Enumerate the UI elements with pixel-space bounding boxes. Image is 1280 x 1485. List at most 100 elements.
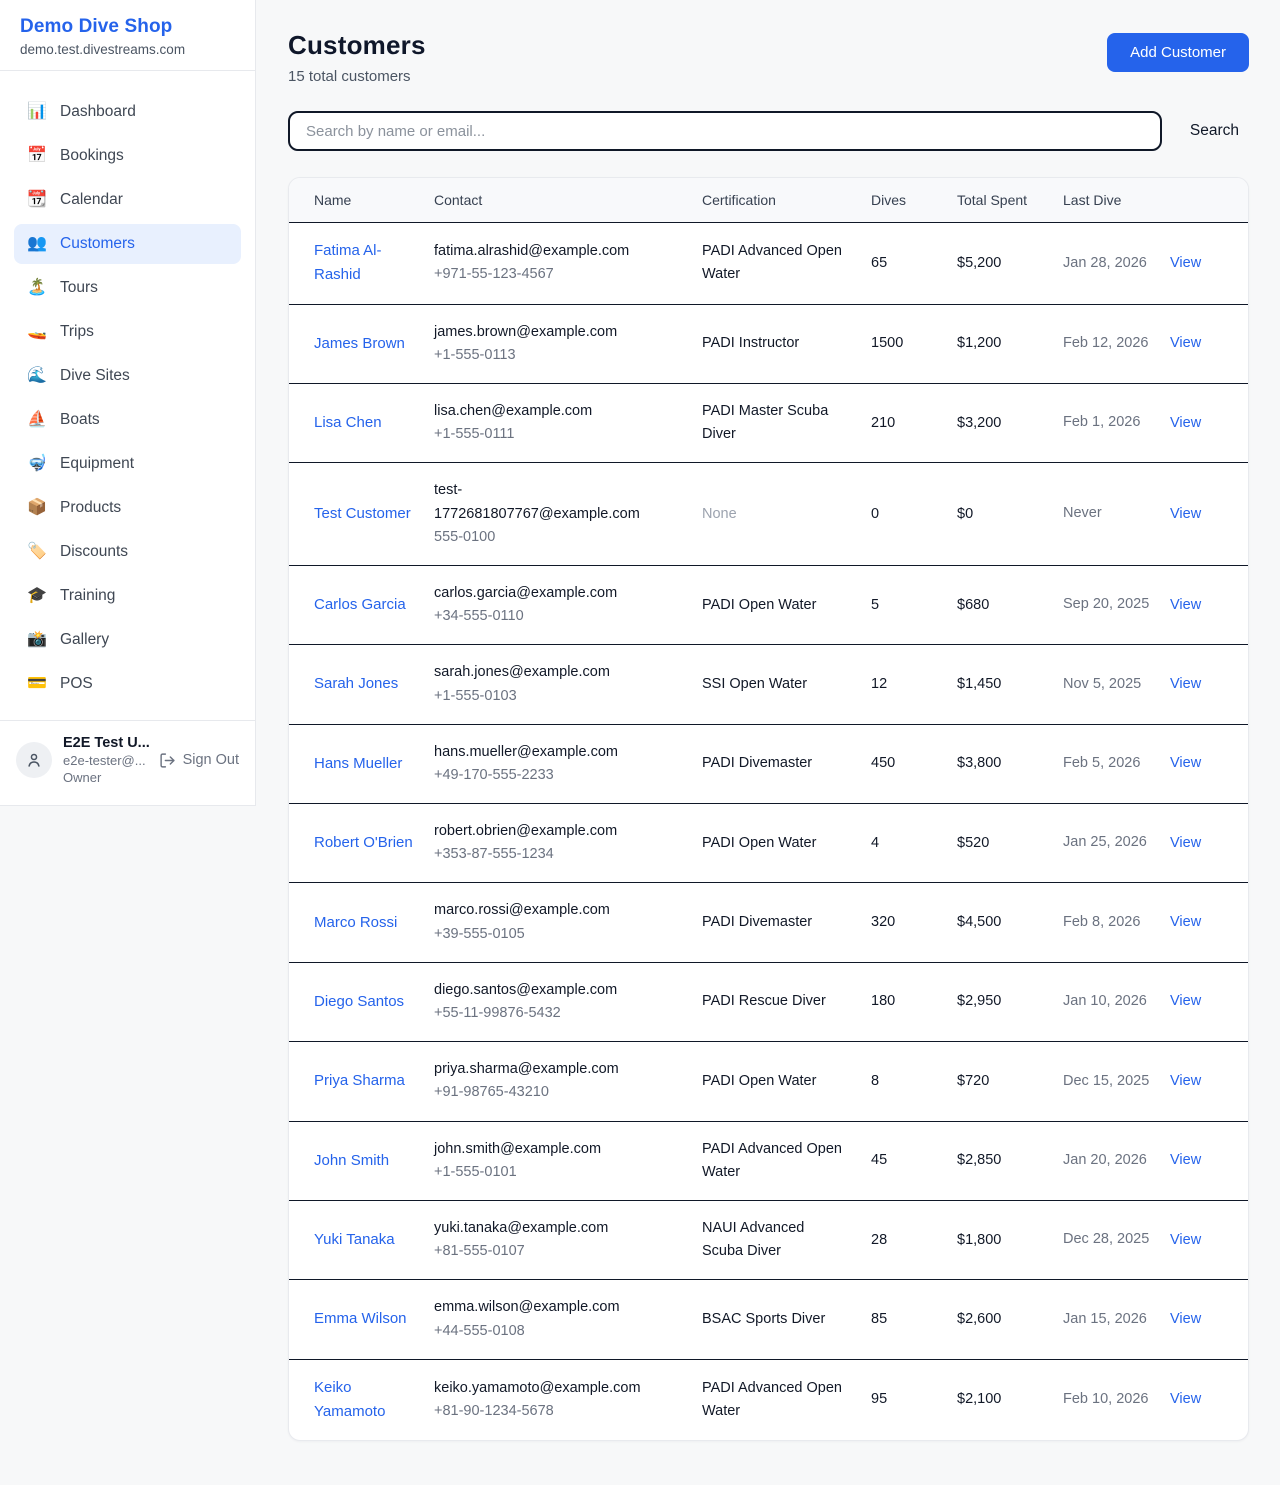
- user-box: E2E Test U... e2e-tester@... Owner Sign …: [0, 720, 255, 805]
- col-header-dives: Dives: [871, 178, 957, 223]
- customer-name-link[interactable]: Keiko Yamamoto: [314, 1379, 385, 1420]
- sidebar-item-pos[interactable]: 💳 POS: [14, 664, 241, 704]
- customer-name-link[interactable]: Priya Sharma: [314, 1072, 405, 1089]
- view-customer-link[interactable]: View: [1170, 255, 1201, 271]
- package-icon: 📦: [26, 500, 48, 516]
- sidebar-item-products[interactable]: 📦 Products: [14, 488, 241, 528]
- table-row: Robert O'Brien robert.obrien@example.com…: [289, 804, 1248, 883]
- sidebar-item-bookings[interactable]: 📅 Bookings: [14, 136, 241, 176]
- customer-count: 15 total customers: [288, 68, 426, 85]
- customer-name-link[interactable]: Marco Rossi: [314, 914, 397, 931]
- customer-dives: 8: [871, 1042, 957, 1121]
- customer-name-link[interactable]: Test Customer: [314, 505, 411, 522]
- customer-last-dive: Feb 1, 2026: [1063, 384, 1170, 463]
- customer-dives: 95: [871, 1359, 957, 1440]
- customer-last-dive: Jan 15, 2026: [1063, 1280, 1170, 1359]
- customer-email: marco.rossi@example.com: [434, 899, 649, 922]
- customer-total-spent: $720: [957, 1042, 1063, 1121]
- customer-last-dive: Feb 12, 2026: [1063, 304, 1170, 383]
- customer-name-link[interactable]: Emma Wilson: [314, 1310, 407, 1327]
- sidebar-item-tours[interactable]: 🏝️ Tours: [14, 268, 241, 308]
- view-customer-link[interactable]: View: [1170, 1232, 1201, 1248]
- table-row: Fatima Al-Rashid fatima.alrashid@example…: [289, 223, 1248, 304]
- sidebar-item-calendar[interactable]: 📆 Calendar: [14, 180, 241, 220]
- graduation-cap-icon: 🎓: [26, 588, 48, 604]
- sidebar-item-customers[interactable]: 👥 Customers: [14, 224, 241, 264]
- customer-name-link[interactable]: Carlos Garcia: [314, 596, 406, 613]
- user-email: e2e-tester@...: [63, 753, 148, 768]
- sidebar-item-discounts[interactable]: 🏷️ Discounts: [14, 532, 241, 572]
- view-customer-link[interactable]: View: [1170, 835, 1201, 851]
- customer-name-link[interactable]: Fatima Al-Rashid: [314, 242, 382, 283]
- view-customer-link[interactable]: View: [1170, 1391, 1201, 1407]
- customer-dives: 12: [871, 645, 957, 724]
- customer-last-dive: Dec 15, 2025: [1063, 1042, 1170, 1121]
- customer-email: test-1772681807767@example.com: [434, 479, 649, 525]
- view-customer-link[interactable]: View: [1170, 1073, 1201, 1089]
- customer-email: yuki.tanaka@example.com: [434, 1217, 649, 1240]
- add-customer-button[interactable]: Add Customer: [1107, 33, 1249, 72]
- island-icon: 🏝️: [26, 280, 48, 296]
- customer-email: robert.obrien@example.com: [434, 820, 649, 843]
- view-customer-link[interactable]: View: [1170, 993, 1201, 1009]
- customer-certification: PADI Advanced Open Water: [702, 1359, 871, 1440]
- customer-name-link[interactable]: Lisa Chen: [314, 414, 382, 431]
- customer-certification: PADI Divemaster: [702, 724, 871, 803]
- customer-certification: None: [702, 463, 871, 566]
- table-row: Marco Rossi marco.rossi@example.com +39-…: [289, 883, 1248, 962]
- view-customer-link[interactable]: View: [1170, 1152, 1201, 1168]
- customer-last-dive: Jan 25, 2026: [1063, 804, 1170, 883]
- customer-last-dive: Jan 20, 2026: [1063, 1121, 1170, 1200]
- col-header-total-spent: Total Spent: [957, 178, 1063, 223]
- table-row: Lisa Chen lisa.chen@example.com +1-555-0…: [289, 384, 1248, 463]
- sidebar-item-boats[interactable]: ⛵ Boats: [14, 400, 241, 440]
- customer-dives: 0: [871, 463, 957, 566]
- sidebar-item-trips[interactable]: 🚤 Trips: [14, 312, 241, 352]
- shop-domain: demo.test.divestreams.com: [20, 42, 235, 57]
- view-customer-link[interactable]: View: [1170, 755, 1201, 771]
- customer-total-spent: $3,200: [957, 384, 1063, 463]
- sidebar-item-dashboard[interactable]: 📊 Dashboard: [14, 92, 241, 132]
- customer-dives: 1500: [871, 304, 957, 383]
- customer-name-link[interactable]: Robert O'Brien: [314, 834, 413, 851]
- view-customer-link[interactable]: View: [1170, 1311, 1201, 1327]
- customer-phone: +1-555-0101: [434, 1161, 686, 1184]
- customer-phone: +34-555-0110: [434, 605, 686, 628]
- view-customer-link[interactable]: View: [1170, 597, 1201, 613]
- customer-total-spent: $4,500: [957, 883, 1063, 962]
- customer-phone: +49-170-555-2233: [434, 764, 686, 787]
- view-customer-link[interactable]: View: [1170, 335, 1201, 351]
- view-customer-link[interactable]: View: [1170, 506, 1201, 522]
- table-row: John Smith john.smith@example.com +1-555…: [289, 1121, 1248, 1200]
- search-input[interactable]: [288, 111, 1162, 151]
- customer-total-spent: $5,200: [957, 223, 1063, 304]
- customer-name-link[interactable]: Diego Santos: [314, 993, 404, 1010]
- customer-total-spent: $520: [957, 804, 1063, 883]
- sidebar-item-equipment[interactable]: 🤿 Equipment: [14, 444, 241, 484]
- sidebar-item-training[interactable]: 🎓 Training: [14, 576, 241, 616]
- sidebar-item-gallery[interactable]: 📸 Gallery: [14, 620, 241, 660]
- sign-out-button[interactable]: Sign Out: [159, 752, 239, 769]
- avatar: [16, 742, 52, 778]
- search-button[interactable]: Search: [1180, 122, 1249, 140]
- customer-certification: PADI Rescue Diver: [702, 962, 871, 1041]
- customer-total-spent: $2,950: [957, 962, 1063, 1041]
- view-customer-link[interactable]: View: [1170, 914, 1201, 930]
- view-customer-link[interactable]: View: [1170, 415, 1201, 431]
- speedboat-icon: 🚤: [26, 324, 48, 340]
- bar-chart-icon: 📊: [26, 104, 48, 120]
- customer-email: fatima.alrashid@example.com: [434, 240, 649, 263]
- table-row: Carlos Garcia carlos.garcia@example.com …: [289, 565, 1248, 644]
- sidebar-item-dive-sites[interactable]: 🌊 Dive Sites: [14, 356, 241, 396]
- view-customer-link[interactable]: View: [1170, 676, 1201, 692]
- customer-total-spent: $0: [957, 463, 1063, 566]
- customer-name-link[interactable]: James Brown: [314, 335, 405, 352]
- customer-email: james.brown@example.com: [434, 321, 649, 344]
- customer-name-link[interactable]: Sarah Jones: [314, 675, 398, 692]
- sign-out-label: Sign Out: [183, 752, 239, 768]
- shop-name-link[interactable]: Demo Dive Shop: [20, 16, 235, 38]
- customer-phone: +39-555-0105: [434, 923, 686, 946]
- customer-name-link[interactable]: Hans Mueller: [314, 755, 402, 772]
- customer-name-link[interactable]: John Smith: [314, 1152, 389, 1169]
- customer-name-link[interactable]: Yuki Tanaka: [314, 1231, 395, 1248]
